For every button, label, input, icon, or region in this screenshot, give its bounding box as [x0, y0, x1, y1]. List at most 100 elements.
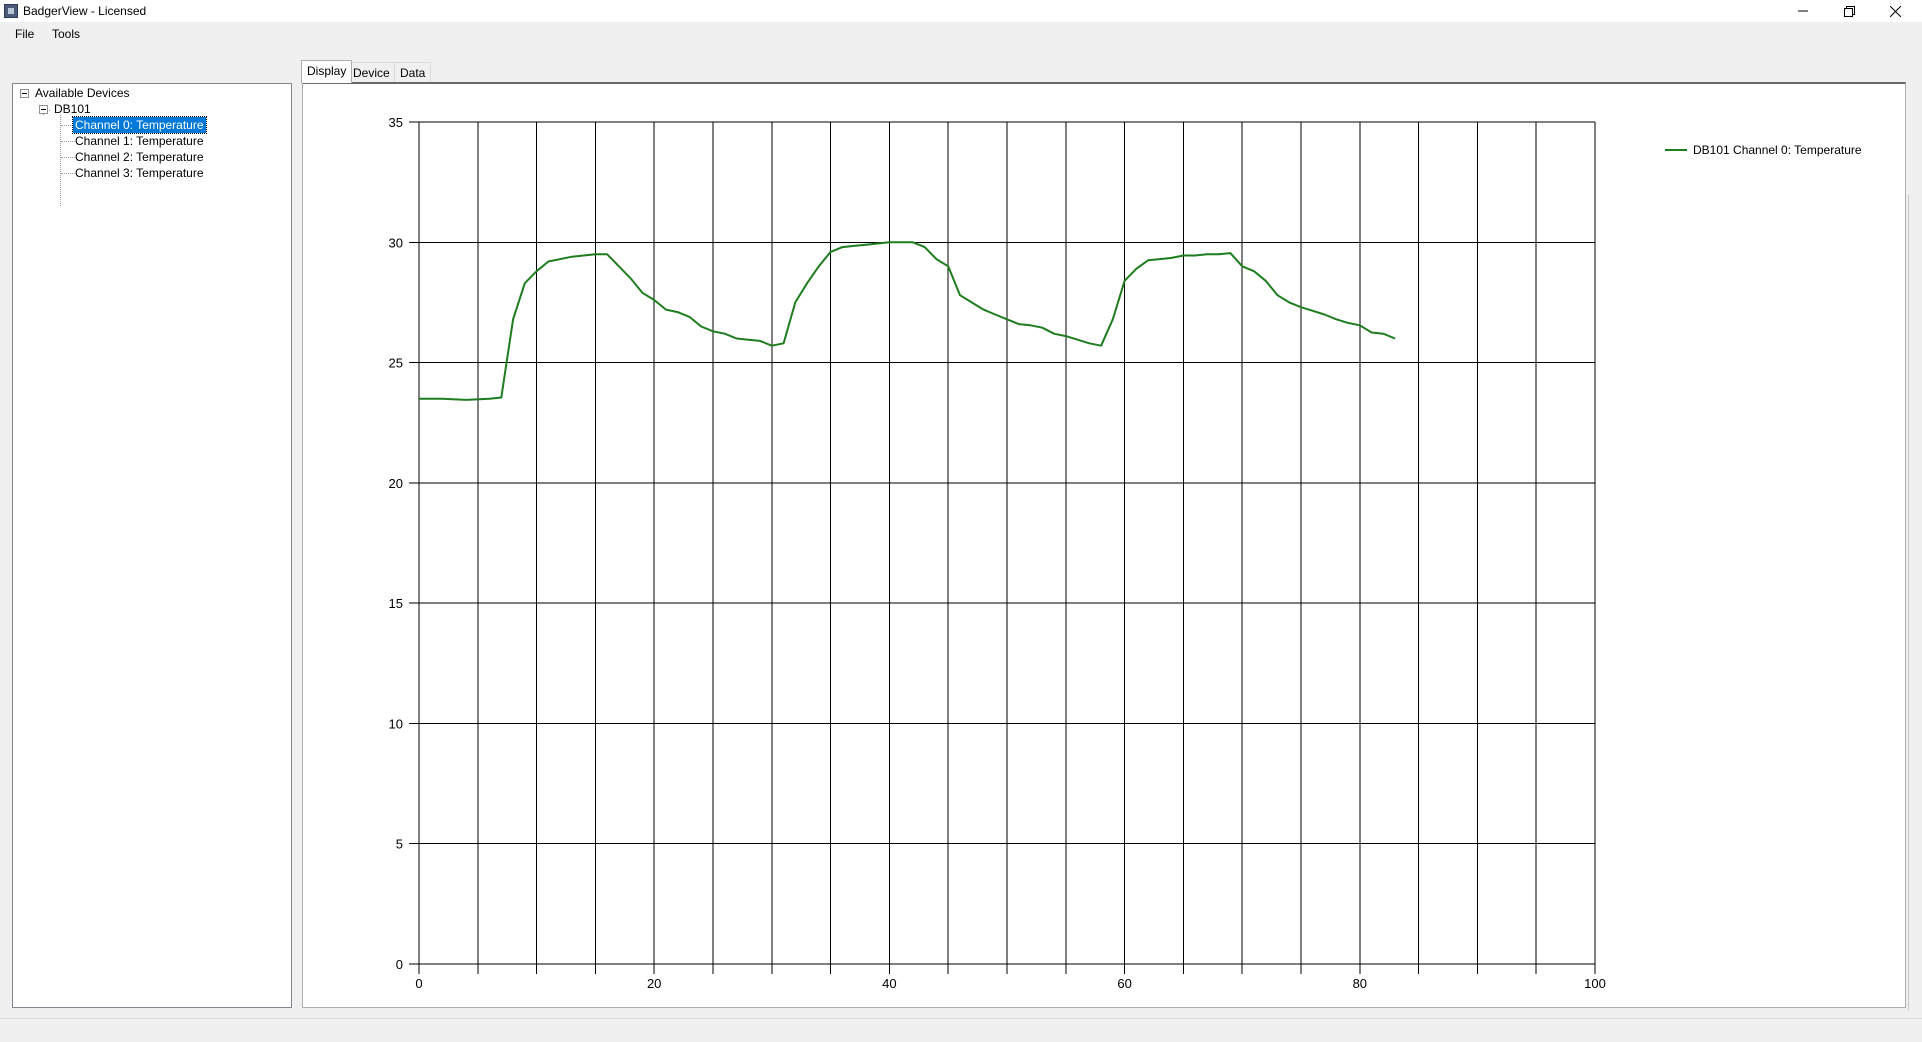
- data-point: [806, 282, 808, 284]
- data-point: [783, 342, 785, 344]
- data-point: [630, 277, 632, 279]
- device-tree[interactable]: Available Devices DB101 Channel 0: Tempe…: [12, 83, 292, 1008]
- data-point: [1030, 324, 1032, 326]
- data-point: [1112, 318, 1114, 320]
- menu-tools[interactable]: Tools: [52, 27, 80, 41]
- data-point: [982, 309, 984, 311]
- data-point: [1159, 258, 1161, 260]
- data-point: [1041, 327, 1043, 329]
- tab-device[interactable]: Device: [347, 62, 396, 82]
- data-point: [1347, 322, 1349, 324]
- data-point: [971, 301, 973, 303]
- x-tick-label: 0: [415, 976, 422, 991]
- data-point: [771, 345, 773, 347]
- data-point: [594, 253, 596, 255]
- data-point: [1229, 252, 1231, 254]
- data-point: [747, 339, 749, 341]
- legend-label: DB101 Channel 0: Temperature: [1693, 143, 1862, 157]
- minimize-icon: [1798, 10, 1808, 12]
- data-point: [1053, 333, 1055, 335]
- tree-channel-label: Channel 2: Temperature: [75, 150, 204, 164]
- data-point: [912, 241, 914, 243]
- y-tick-label: 15: [389, 596, 403, 611]
- data-point: [1088, 342, 1090, 344]
- data-point: [1394, 338, 1396, 340]
- data-point: [794, 301, 796, 303]
- data-point: [935, 258, 937, 260]
- x-tick-label: 40: [882, 976, 896, 991]
- y-tick-label: 30: [389, 235, 403, 250]
- data-point: [641, 292, 643, 294]
- data-point: [712, 330, 714, 332]
- data-point: [900, 241, 902, 243]
- x-tick-label: 100: [1584, 976, 1606, 991]
- app-icon: [4, 4, 18, 18]
- data-point: [736, 338, 738, 340]
- data-point: [665, 309, 667, 311]
- data-point: [841, 246, 843, 248]
- data-point: [1194, 255, 1196, 257]
- tree-channel-label: Channel 3: Temperature: [75, 166, 204, 180]
- data-point: [500, 396, 502, 398]
- y-tick-label: 5: [396, 837, 403, 852]
- data-point: [1335, 318, 1337, 320]
- data-point: [853, 245, 855, 247]
- collapse-icon[interactable]: [39, 105, 48, 114]
- data-point: [489, 398, 491, 400]
- data-point: [759, 340, 761, 342]
- data-point: [442, 398, 444, 400]
- temperature-chart: 0 20 40 60 80 100 0 5 10 15 20 25 30 35 DB101 Channel …: [389, 115, 1862, 991]
- title-bar: BadgerView - Licensed: [0, 0, 1922, 22]
- data-point: [1124, 280, 1126, 282]
- data-point: [888, 241, 890, 243]
- data-point: [1288, 301, 1290, 303]
- data-point: [536, 270, 538, 272]
- data-point: [1135, 268, 1137, 270]
- x-tick-label: 60: [1117, 976, 1131, 991]
- data-point: [924, 246, 926, 248]
- data-point: [1312, 310, 1314, 312]
- data-point: [571, 256, 573, 258]
- y-tick-label: 10: [389, 716, 403, 731]
- tab-data[interactable]: Data: [394, 62, 432, 82]
- data-point: [1265, 280, 1267, 282]
- tab-display[interactable]: Display: [301, 60, 353, 83]
- data-point: [524, 282, 526, 284]
- data-point: [724, 333, 726, 335]
- menu-file[interactable]: File: [15, 27, 34, 41]
- series-line: [419, 241, 1396, 401]
- data-point: [959, 294, 961, 296]
- data-point: [1253, 270, 1255, 272]
- data-point: [653, 299, 655, 301]
- data-point: [700, 325, 702, 327]
- data-point: [1182, 255, 1184, 257]
- data-point: [1171, 257, 1173, 259]
- y-tick-label: 25: [389, 356, 403, 371]
- close-button[interactable]: [1872, 0, 1918, 22]
- data-point: [1100, 345, 1102, 347]
- display-panel: 0 20 40 60 80 100 0 5 10 15 20 25 30 35 DB101 Channel …: [302, 82, 1906, 1008]
- data-point: [830, 251, 832, 253]
- tree-line: [60, 115, 61, 206]
- data-point: [512, 318, 514, 320]
- data-point: [1077, 339, 1079, 341]
- collapse-icon[interactable]: [20, 89, 29, 98]
- close-icon: [1889, 5, 1901, 17]
- tree-device-label: DB101: [54, 102, 91, 116]
- minimize-button[interactable]: [1780, 0, 1826, 22]
- data-point: [1018, 323, 1020, 325]
- data-point: [1382, 333, 1384, 335]
- data-point: [1324, 313, 1326, 315]
- status-bar: [0, 1018, 1922, 1042]
- data-point: [1371, 332, 1373, 334]
- y-tick-label: 0: [396, 957, 403, 972]
- data-point: [547, 261, 549, 263]
- data-point: [465, 399, 467, 401]
- restore-button[interactable]: [1826, 0, 1872, 22]
- data-point: [677, 311, 679, 313]
- panel-edge: [1908, 195, 1909, 1010]
- data-point: [818, 265, 820, 267]
- x-tick-label: 80: [1353, 976, 1367, 991]
- data-point: [1006, 318, 1008, 320]
- tree-root-label: Available Devices: [35, 86, 130, 100]
